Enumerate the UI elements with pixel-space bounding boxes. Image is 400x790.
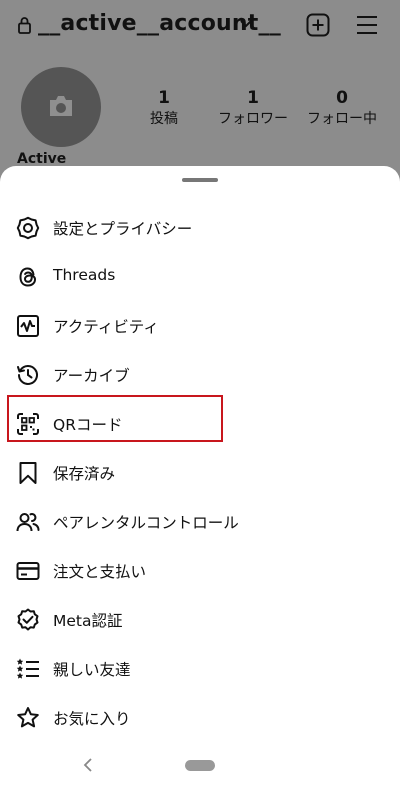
verified-badge-icon [17, 608, 39, 631]
plus-square-icon[interactable] [306, 13, 330, 37]
bookmark-icon [19, 462, 37, 484]
nav-back-icon[interactable] [83, 758, 93, 772]
menu-item-label: Threads [53, 266, 116, 284]
threads-icon [19, 267, 37, 287]
settings-gear-icon [16, 216, 40, 240]
menu-item-favorites[interactable]: お気に入り [0, 694, 400, 742]
posts-count[interactable]: 1 投稿 [133, 88, 195, 130]
profile-header: __active__account__ [0, 0, 400, 58]
menu-item-label: お気に入り [53, 710, 131, 728]
sheet-drag-handle[interactable] [182, 178, 218, 182]
avatar[interactable] [21, 67, 101, 147]
hamburger-menu-icon[interactable] [356, 15, 378, 35]
followers-count[interactable]: 1 フォロワー [214, 88, 292, 130]
nav-home-pill[interactable] [185, 760, 215, 771]
archive-history-icon [17, 365, 38, 385]
qr-code-highlight-box [7, 395, 223, 442]
posts-label: 投稿 [150, 111, 178, 127]
options-bottom-sheet: 設定とプライバシー Threads アクティビティ アーカイブ QRコード 保存… [0, 166, 400, 790]
followers-value: 1 [247, 88, 259, 108]
activity-icon [17, 315, 39, 337]
menu-item-settings[interactable]: 設定とプライバシー [0, 204, 400, 252]
menu-item-label: 親しい友達 [53, 661, 131, 679]
menu-item-meta-verified[interactable]: Meta認証 [0, 596, 400, 644]
menu-item-close-friends[interactable]: 親しい友達 [0, 645, 400, 693]
credit-card-icon [16, 562, 40, 580]
menu-item-label: アクティビティ [53, 318, 159, 336]
menu-item-label: Meta認証 [53, 612, 123, 630]
menu-item-threads[interactable]: Threads [0, 253, 400, 301]
posts-value: 1 [158, 88, 170, 108]
followers-label: フォロワー [218, 111, 288, 127]
menu-item-saved[interactable]: 保存済み [0, 449, 400, 497]
camera-icon [50, 96, 72, 116]
menu-item-orders-payments[interactable]: 注文と支払い [0, 547, 400, 595]
star-icon [17, 707, 39, 728]
following-label: フォロー中 [307, 111, 377, 127]
menu-item-label: 注文と支払い [53, 563, 147, 581]
close-friends-list-icon [16, 658, 39, 679]
menu-item-parental-controls[interactable]: ペアレンタルコントロール [0, 498, 400, 546]
following-value: 0 [336, 88, 348, 108]
menu-item-label: アーカイブ [53, 367, 130, 385]
menu-item-label: 設定とプライバシー [53, 220, 193, 238]
menu-item-label: ペアレンタルコントロール [53, 514, 239, 532]
chevron-down-icon[interactable] [240, 19, 252, 29]
following-count[interactable]: 0 フォロー中 [302, 88, 382, 130]
menu-item-archive[interactable]: アーカイブ [0, 351, 400, 399]
menu-item-label: 保存済み [53, 465, 116, 483]
lock-icon [18, 17, 31, 34]
parental-controls-icon [16, 513, 40, 532]
menu-item-activity[interactable]: アクティビティ [0, 302, 400, 350]
display-name: Active [17, 151, 67, 167]
